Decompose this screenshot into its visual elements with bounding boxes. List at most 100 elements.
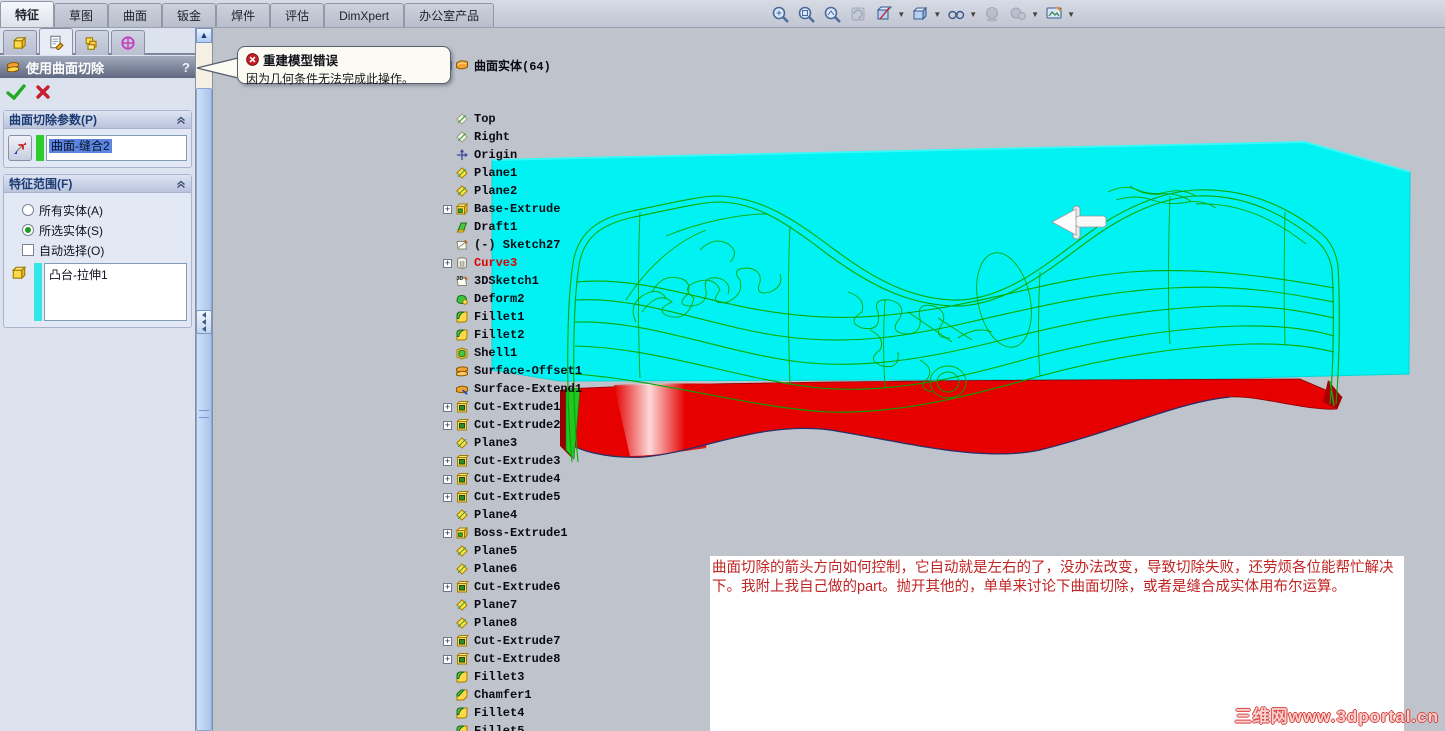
tree-item-fillet3[interactable]: +Fillet3 [438,668,524,686]
tree-item-fillet4[interactable]: +Fillet4 [438,704,524,722]
affected-bodies-listbox[interactable]: 凸台-拉伸1 [44,263,187,321]
selected-surface-item[interactable]: 曲面-缝合2 [49,139,112,153]
edit-appearance-icon[interactable] [1043,3,1065,25]
watermark-text: 三维网www.3dportal.cn [1234,707,1439,726]
tree-item-plane3[interactable]: +Plane3 [438,434,517,452]
featuremanager-tab[interactable] [3,30,37,55]
tree-item-plane4[interactable]: +Plane4 [438,506,517,524]
tree-item-plane6[interactable]: +Plane6 [438,560,517,578]
dimxpert-tab[interactable] [111,30,145,55]
tree-item-surface-extend1[interactable]: +Surface-Extend1 [438,380,582,398]
surface-folder-icon [455,58,471,72]
tree-item-cut-extrude2[interactable]: + Cut-Extrude2 [438,416,560,434]
body-item[interactable]: 凸台-拉伸1 [49,268,108,282]
tree-item-surface-offset1[interactable]: +Surface-Offset1 [438,362,582,380]
tree-item-cut-extrude4[interactable]: + Cut-Extrude4 [438,470,560,488]
radio-indicator[interactable] [22,204,34,216]
tree-expand-icon[interactable]: + [443,402,452,412]
splitter-grip[interactable] [199,410,209,418]
tree-item-cut-extrude3[interactable]: + Cut-Extrude3 [438,452,560,470]
zoom-to-fit-icon[interactable] [769,3,791,25]
tree-item-label: Cut-Extrude1 [474,400,561,414]
surface-selection-listbox[interactable]: 曲面-缝合2 [46,135,187,161]
dropdown-arrow-icon[interactable]: ▼ [969,10,977,19]
dropdown-arrow-icon[interactable]: ▼ [933,10,941,19]
tree-item-shell1[interactable]: +Shell1 [438,344,517,362]
help-button[interactable]: ? [182,60,190,75]
tree-item-chamfer1[interactable]: +Chamfer1 [438,686,532,704]
tree-item-cut-extrude7[interactable]: + Cut-Extrude7 [438,632,560,650]
tree-item-fillet1[interactable]: +Fillet1 [438,308,524,326]
graphics-viewport[interactable]: +曲面实体(64)+Top+Right+Origin+Plane1+Plane2… [213,28,1445,731]
zoom-to-selection-icon[interactable] [821,3,843,25]
tree-expand-icon[interactable]: + [443,492,452,502]
tree-expand-icon[interactable]: + [443,258,452,268]
scroll-up-button[interactable]: ▲ [196,28,212,43]
view-orientation-icon[interactable] [909,3,931,25]
display-style-icon[interactable] [945,3,967,25]
tree-item-top[interactable]: +Top [438,110,496,128]
tree-expand-icon[interactable]: + [443,528,452,538]
dropdown-arrow-icon[interactable]: ▼ [1067,10,1075,19]
tree-expand-icon[interactable]: + [443,654,452,664]
ribbon-tab-4[interactable]: 钣金 [162,3,217,27]
tree-item-fillet5[interactable]: +Fillet5 [438,722,524,731]
checkbox-indicator[interactable] [22,244,34,256]
tree-item-plane1[interactable]: +Plane1 [438,164,517,182]
ribbon-tab-8[interactable]: 办公室产品 [404,3,495,27]
tree-expand-icon[interactable]: + [443,474,452,484]
tree-expand-icon[interactable]: + [443,456,452,466]
tree-item-origin[interactable]: +Origin [438,146,517,164]
propertymanager-tab[interactable] [39,28,73,55]
tree-expand-icon[interactable]: + [443,636,452,646]
tree-item-plane7[interactable]: +Plane7 [438,596,517,614]
tree-item-64[interactable]: +曲面实体(64) [438,56,551,74]
tree-item-3dsketch1[interactable]: +3D3DSketch1 [438,272,539,290]
ribbon-tab-6[interactable]: 评估 [270,3,325,27]
ribbon-tab-1[interactable]: 特征 [0,1,55,27]
zoom-to-area-icon[interactable] [795,3,817,25]
tree-expand-icon[interactable]: + [443,420,452,430]
cancel-button[interactable] [31,81,55,103]
radio-option-2[interactable]: 所选实体(S) [22,221,187,239]
tree-expand-icon[interactable]: + [443,204,452,214]
tree-item-right[interactable]: +Right [438,128,510,146]
flip-cut-direction-button[interactable] [8,135,32,161]
tree-item-plane5[interactable]: +Plane5 [438,542,517,560]
section-view-icon[interactable] [873,3,895,25]
tree-item-curve3[interactable]: + Curve3 [438,254,517,272]
tree-item-sketch27[interactable]: +(-) Sketch27 [438,236,560,254]
ok-button[interactable] [4,81,28,103]
tree-item-base-extrude[interactable]: + Base-Extrude [438,200,560,218]
configurationmanager-tab[interactable] [75,30,109,55]
tree-item-label: Plane3 [474,436,518,450]
tree-item-cut-extrude8[interactable]: + Cut-Extrude8 [438,650,560,668]
splitter-handle[interactable] [196,310,212,334]
tree-item-cut-extrude1[interactable]: + Cut-Extrude1 [438,398,560,416]
tree-item-boss-extrude1[interactable]: + Boss-Extrude1 [438,524,568,542]
ribbon-tab-7[interactable]: DimXpert [324,3,405,27]
tree-item-plane8[interactable]: +Plane8 [438,614,517,632]
tree-expand-icon[interactable]: + [443,582,452,592]
cut-icon [455,490,471,504]
checkbox-option-3[interactable]: 自动选择(O) [22,241,187,259]
radio-indicator[interactable] [22,224,34,236]
surface-cut-parameters-header[interactable]: 曲面切除参数(P) [4,111,191,129]
tree-item-draft1[interactable]: +Draft1 [438,218,517,236]
feature-scope-header[interactable]: 特征范围(F) [4,175,191,193]
tree-item-plane2[interactable]: +Plane2 [438,182,517,200]
tree-item-deform2[interactable]: +Deform2 [438,290,524,308]
property-manager-panel: 使用曲面切除 ? 曲面切除参数(P) 曲面-缝合2 特征范围(F) 所有实体(A… [0,28,196,731]
tree-item-cut-extrude5[interactable]: + Cut-Extrude5 [438,488,560,506]
tree-item-label: Right [474,130,511,144]
tree-item-fillet2[interactable]: +Fillet2 [438,326,524,344]
dropdown-arrow-icon[interactable]: ▼ [1031,10,1039,19]
dropdown-arrow-icon[interactable]: ▼ [897,10,905,19]
ribbon-tab-3[interactable]: 曲面 [108,3,163,27]
ribbon-tab-5[interactable]: 焊件 [216,3,271,27]
radio-option-1[interactable]: 所有实体(A) [22,201,187,219]
tree-item-label: Fillet1 [474,310,525,324]
tree-item-cut-extrude6[interactable]: + Cut-Extrude6 [438,578,560,596]
apply-scene-icon [1007,3,1029,25]
ribbon-tab-2[interactable]: 草图 [54,3,109,27]
